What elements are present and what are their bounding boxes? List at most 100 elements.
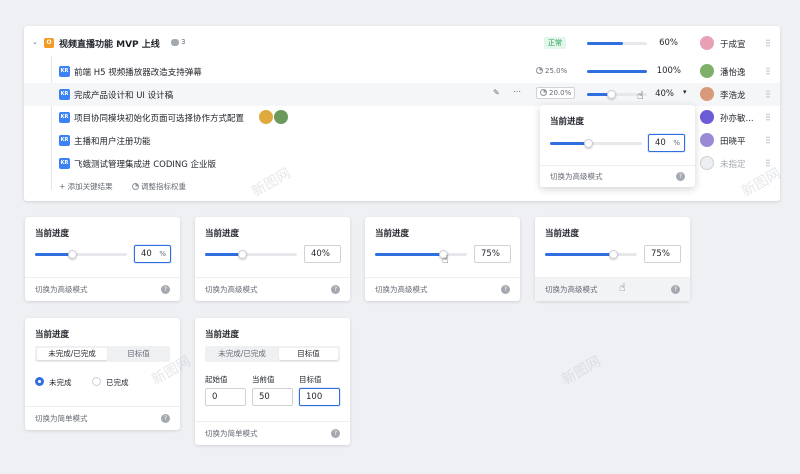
current-input[interactable]: 50 bbox=[252, 388, 293, 406]
tab-target[interactable]: 目标值 bbox=[109, 348, 168, 360]
card-title: 当前进度 bbox=[35, 229, 70, 239]
drag-handle-icon[interactable] bbox=[766, 39, 770, 47]
switch-advanced-link[interactable]: 切换为高级模式? bbox=[365, 277, 520, 301]
more-icon[interactable]: ⋯ bbox=[513, 87, 521, 96]
avatar[interactable] bbox=[700, 64, 714, 78]
watermark: 新图网 bbox=[559, 353, 604, 389]
weight-icon bbox=[536, 67, 543, 74]
slider-handle[interactable] bbox=[607, 90, 616, 99]
owner-name[interactable]: 李浩龙 bbox=[720, 89, 746, 101]
card-title: 当前进度 bbox=[205, 330, 240, 340]
progress-card: 当前进度 75% 切换为高级模式? ☝ bbox=[535, 217, 690, 301]
avatar[interactable] bbox=[700, 133, 714, 147]
weight[interactable]: 25.0% bbox=[536, 67, 567, 75]
progress-card: 当前进度 ☝ 75% 切换为高级模式? bbox=[365, 217, 520, 301]
help-icon[interactable]: ? bbox=[671, 285, 680, 294]
drag-handle-icon[interactable] bbox=[766, 113, 770, 121]
kr-badge: KR bbox=[59, 66, 70, 77]
caret-down-icon[interactable]: ▾ bbox=[683, 88, 687, 96]
weight-icon bbox=[132, 183, 139, 190]
avatar[interactable] bbox=[700, 36, 714, 50]
radio-incomplete[interactable] bbox=[35, 377, 44, 386]
help-icon[interactable]: ? bbox=[331, 429, 340, 438]
status-badge[interactable]: 正常 bbox=[544, 37, 566, 49]
target-input[interactable]: 100 bbox=[299, 388, 340, 406]
avatar[interactable] bbox=[274, 110, 288, 124]
progress-bar[interactable] bbox=[587, 42, 647, 45]
progress-slider[interactable] bbox=[545, 253, 637, 256]
hand-cursor-icon: ☝ bbox=[442, 253, 449, 266]
tab-target[interactable]: 目标值 bbox=[279, 348, 338, 360]
slider-handle[interactable] bbox=[68, 250, 77, 259]
switch-advanced-link[interactable]: 切换为高级模式? bbox=[195, 277, 350, 301]
avatar[interactable] bbox=[259, 110, 273, 124]
objective-row[interactable]: ⌄ O 视频直播功能 MVP 上线 3 正常 60% 于成宣 bbox=[24, 32, 780, 55]
help-icon[interactable]: ? bbox=[501, 285, 510, 294]
owner-name[interactable]: 孙亦敏... bbox=[720, 112, 754, 124]
switch-simple-link[interactable]: 切换为简单模式? bbox=[25, 406, 180, 430]
kr-badge: KR bbox=[59, 158, 70, 169]
help-icon[interactable]: ? bbox=[161, 285, 170, 294]
comment-icon[interactable] bbox=[171, 39, 179, 46]
chevron-down-icon[interactable]: ⌄ bbox=[32, 38, 38, 46]
owner-name[interactable]: 于成宣 bbox=[720, 38, 746, 50]
drag-handle-icon[interactable] bbox=[766, 90, 770, 98]
owner-name[interactable]: 田晓平 bbox=[720, 135, 746, 147]
drag-handle-icon[interactable] bbox=[766, 136, 770, 144]
edit-icon[interactable]: ✎ bbox=[493, 88, 500, 97]
progress-bar[interactable] bbox=[587, 70, 647, 73]
progress-input[interactable]: 40% bbox=[648, 134, 685, 152]
progress-input[interactable]: 40% bbox=[304, 245, 341, 263]
kr-row[interactable]: KR 完成产品设计和 UI 设计稿 ✎ ⋯ 20.0% ☝ 40% ▾ 李浩龙 bbox=[24, 83, 780, 106]
progress-slider[interactable] bbox=[550, 142, 642, 145]
slider-handle[interactable] bbox=[238, 250, 247, 259]
kr-title[interactable]: 完成产品设计和 UI 设计稿 bbox=[74, 89, 173, 101]
progress-card-advanced: 当前进度 未完成/已完成 目标值 起始值 当前值 目标值 0 50 100 切换… bbox=[195, 318, 350, 445]
card-title: 当前进度 bbox=[545, 229, 580, 239]
kr-title[interactable]: 主播和用户注册功能 bbox=[74, 135, 151, 147]
tab-complete[interactable]: 未完成/已完成 bbox=[37, 348, 107, 360]
avatar[interactable] bbox=[700, 87, 714, 101]
progress-input[interactable]: 75% bbox=[644, 245, 681, 263]
adjust-weight-link[interactable]: 调整指标权重 bbox=[132, 181, 186, 192]
kr-title[interactable]: 前端 H5 视频播放器改造支持弹幕 bbox=[74, 66, 202, 78]
radio-label: 已完成 bbox=[106, 378, 129, 387]
kr-row[interactable]: KR 前端 H5 视频播放器改造支持弹幕 25.0% 100% 潘怡逸 bbox=[24, 60, 780, 83]
objective-title[interactable]: 视频直播功能 MVP 上线 bbox=[59, 37, 160, 50]
radio-label: 未完成 bbox=[49, 378, 72, 387]
progress-slider[interactable] bbox=[35, 253, 127, 256]
popover-title: 当前进度 bbox=[550, 117, 585, 127]
weight[interactable]: 20.0% bbox=[536, 87, 576, 99]
owner-name[interactable]: 潘怡逸 bbox=[720, 66, 746, 78]
avatar[interactable] bbox=[700, 110, 714, 124]
slider-handle[interactable] bbox=[609, 250, 618, 259]
progress-card: 当前进度 40% 切换为高级模式? bbox=[25, 217, 180, 301]
help-icon[interactable]: ? bbox=[331, 285, 340, 294]
switch-simple-link[interactable]: 切换为简单模式? bbox=[195, 421, 350, 445]
tab-complete[interactable]: 未完成/已完成 bbox=[207, 348, 277, 360]
progress-slider[interactable] bbox=[375, 253, 467, 256]
switch-advanced-link[interactable]: 切换为高级模式? bbox=[25, 277, 180, 301]
progress-slider[interactable] bbox=[205, 253, 297, 256]
add-kr-link[interactable]: + 添加关键结果 bbox=[59, 181, 113, 192]
card-title: 当前进度 bbox=[35, 330, 70, 340]
objective-badge: O bbox=[44, 38, 54, 48]
slider-handle[interactable] bbox=[584, 139, 593, 148]
start-input[interactable]: 0 bbox=[205, 388, 246, 406]
switch-advanced-link[interactable]: 切换为高级模式? bbox=[540, 165, 695, 187]
plus-icon: + bbox=[59, 182, 68, 191]
kr-title[interactable]: 项目协同模块初始化页面可选择协作方式配置 bbox=[74, 112, 244, 124]
switch-advanced-link[interactable]: 切换为高级模式? ☝ bbox=[535, 277, 690, 301]
hand-cursor-icon: ☝ bbox=[619, 281, 626, 294]
radio-complete[interactable] bbox=[92, 377, 101, 386]
drag-handle-icon[interactable] bbox=[766, 67, 770, 75]
progress-input[interactable]: 75% bbox=[474, 245, 511, 263]
progress-input[interactable]: 40% bbox=[134, 245, 171, 263]
kr-title[interactable]: 飞蛾测试管理集成进 CODING 企业版 bbox=[74, 158, 216, 170]
help-icon[interactable]: ? bbox=[676, 172, 685, 181]
owner-name[interactable]: 未指定 bbox=[720, 158, 746, 170]
help-icon[interactable]: ? bbox=[161, 414, 170, 423]
unassigned-avatar-icon[interactable] bbox=[700, 156, 714, 170]
kr-badge: KR bbox=[59, 89, 70, 100]
progress-popover: 当前进度 40% 切换为高级模式? bbox=[540, 105, 695, 187]
